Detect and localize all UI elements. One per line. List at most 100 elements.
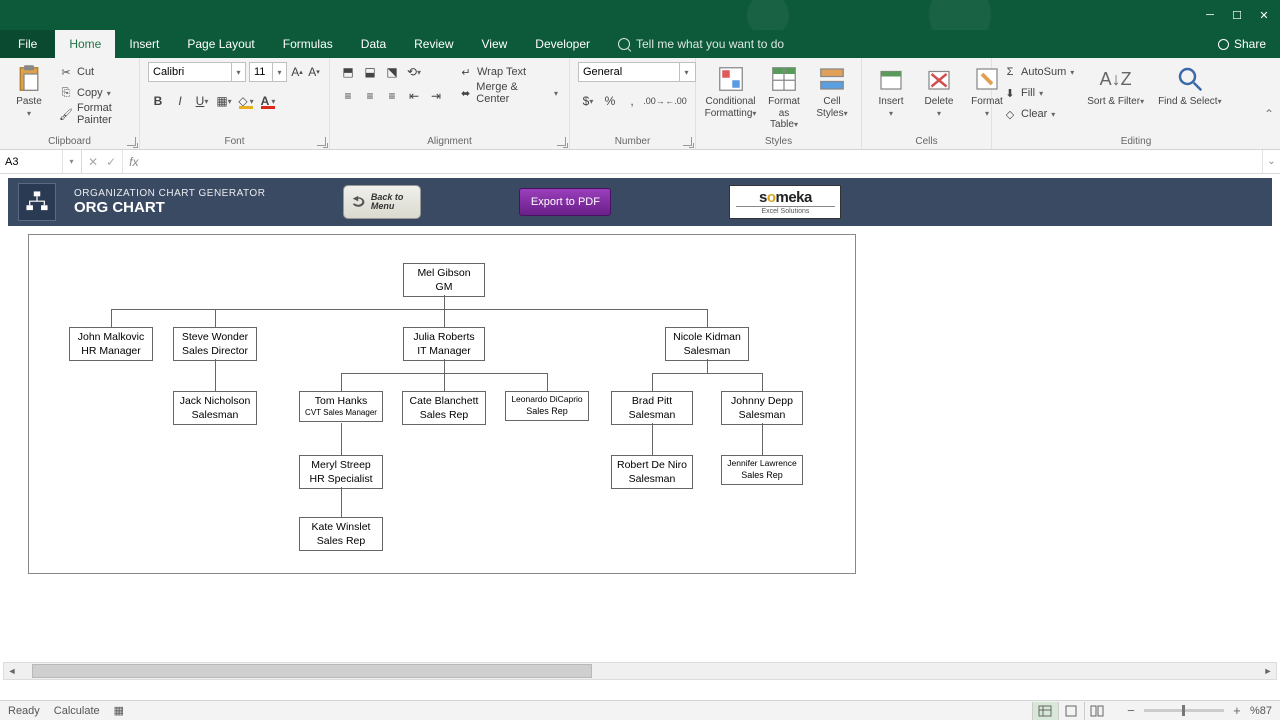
fill-button[interactable]: ⬇Fill ▾ (1000, 83, 1077, 103)
accounting-format-button[interactable]: $▾ (578, 91, 598, 111)
someka-logo[interactable]: sosomekameka Excel Solutions (729, 185, 841, 219)
scroll-right-button[interactable]: ► (1260, 663, 1276, 679)
chevron-down-icon[interactable]: ▾ (62, 150, 80, 173)
status-calculate[interactable]: Calculate (54, 705, 100, 717)
org-node[interactable]: Jennifer LawrenceSales Rep (721, 455, 803, 485)
tab-formulas[interactable]: Formulas (269, 30, 347, 58)
insert-cells-button[interactable]: Insert▾ (870, 62, 912, 121)
autosum-button[interactable]: ΣAutoSum ▾ (1000, 62, 1077, 82)
underline-button[interactable]: U▾ (192, 91, 212, 111)
tab-file[interactable]: File (0, 30, 55, 58)
font-dialog-launcher[interactable] (317, 137, 326, 146)
copy-button[interactable]: ⎘Copy ▾ (56, 83, 131, 103)
number-dialog-launcher[interactable] (683, 137, 692, 146)
align-top-button[interactable]: ⬒ (338, 62, 358, 82)
zoom-control[interactable]: − + %87 (1124, 703, 1272, 718)
paste-button[interactable]: Paste▾ (8, 62, 50, 121)
percent-format-button[interactable]: % (600, 91, 620, 111)
zoom-in-button[interactable]: + (1230, 703, 1244, 718)
conditional-formatting-button[interactable]: Conditional Formatting▾ (704, 62, 757, 121)
horizontal-scrollbar[interactable]: ◄ ► (3, 662, 1277, 680)
tab-view[interactable]: View (468, 30, 522, 58)
org-node[interactable]: Johnny DeppSalesman (721, 391, 803, 425)
decrease-decimal-button[interactable]: ←.00 (666, 91, 686, 111)
align-left-button[interactable]: ≡ (338, 86, 358, 106)
find-select-button[interactable]: Find & Select▾ (1154, 62, 1226, 110)
clear-button[interactable]: ◇Clear ▾ (1000, 104, 1077, 124)
view-page-break-button[interactable] (1084, 702, 1110, 720)
org-node[interactable]: Cate BlanchettSales Rep (402, 391, 486, 425)
font-size-select[interactable]: ▾ (249, 62, 287, 82)
clipboard-dialog-launcher[interactable] (127, 137, 136, 146)
expand-formula-bar-button[interactable]: ⌄ (1262, 150, 1280, 173)
cancel-formula-button[interactable]: ✕ (88, 155, 98, 169)
zoom-slider[interactable] (1144, 709, 1224, 712)
ribbon-collapse-button[interactable]: ⌃ (1264, 107, 1274, 121)
tab-insert[interactable]: Insert (115, 30, 173, 58)
font-color-button[interactable]: A▾ (258, 91, 278, 111)
window-close-button[interactable]: ✕ (1258, 9, 1270, 21)
share-button[interactable]: Share (1204, 30, 1280, 58)
wrap-text-button[interactable]: ↵Wrap Text (456, 62, 561, 82)
view-page-layout-button[interactable] (1058, 702, 1084, 720)
italic-button[interactable]: I (170, 91, 190, 111)
org-node[interactable]: Steve WonderSales Director (173, 327, 257, 361)
view-normal-button[interactable] (1032, 702, 1058, 720)
org-node[interactable]: Robert De NiroSalesman (611, 455, 693, 489)
org-node[interactable]: John MalkovicHR Manager (69, 327, 153, 361)
back-to-menu-button[interactable]: Back to Menu (343, 185, 421, 219)
cell-styles-button[interactable]: Cell Styles▾ (811, 62, 853, 121)
org-node[interactable]: Meryl StreepHR Specialist (299, 455, 383, 489)
delete-cells-button[interactable]: Delete▾ (918, 62, 960, 121)
align-center-button[interactable]: ≡ (360, 86, 380, 106)
fx-label[interactable]: fx (123, 150, 144, 173)
tab-home[interactable]: Home (55, 30, 115, 58)
macro-record-icon[interactable]: ▦ (114, 704, 124, 717)
cut-button[interactable]: ✂Cut (56, 62, 131, 82)
merge-center-button[interactable]: ⬌Merge & Center ▾ (456, 83, 561, 103)
org-node[interactable]: Tom HanksCVT Sales Manager (299, 391, 383, 422)
decrease-indent-button[interactable]: ⇤ (404, 86, 424, 106)
format-as-table-button[interactable]: Format as Table▾ (763, 62, 805, 133)
tab-review[interactable]: Review (400, 30, 467, 58)
alignment-dialog-launcher[interactable] (557, 137, 566, 146)
increase-indent-button[interactable]: ⇥ (426, 86, 446, 106)
export-pdf-button[interactable]: Export to PDF (519, 188, 611, 216)
align-bottom-button[interactable]: ⬔ (382, 62, 402, 82)
number-format-select[interactable]: ▾ (578, 62, 696, 82)
tab-page-layout[interactable]: Page Layout (173, 30, 268, 58)
align-middle-button[interactable]: ⬓ (360, 62, 380, 82)
scrollbar-thumb[interactable] (32, 664, 592, 678)
org-node[interactable]: Jack NicholsonSalesman (173, 391, 257, 425)
borders-button[interactable]: ▦▾ (214, 91, 234, 111)
tell-me-search[interactable]: Tell me what you want to do (604, 30, 798, 58)
org-node-root[interactable]: Mel Gibson GM (403, 263, 485, 297)
org-node[interactable]: Leonardo DiCaprioSales Rep (505, 391, 589, 421)
org-node[interactable]: Nicole KidmanSalesman (665, 327, 749, 361)
comma-format-button[interactable]: , (622, 91, 642, 111)
window-minimize-button[interactable]: ─ (1204, 9, 1216, 21)
scroll-left-button[interactable]: ◄ (4, 663, 20, 679)
tab-developer[interactable]: Developer (521, 30, 604, 58)
increase-font-button[interactable]: A▴ (290, 62, 304, 82)
org-node[interactable]: Julia RobertsIT Manager (403, 327, 485, 361)
tab-data[interactable]: Data (347, 30, 400, 58)
decrease-font-button[interactable]: A▾ (307, 62, 321, 82)
org-node[interactable]: Kate WinsletSales Rep (299, 517, 383, 551)
sort-filter-button[interactable]: A↓ZSort & Filter▾ (1083, 62, 1148, 110)
formula-input[interactable] (144, 150, 1262, 173)
enter-formula-button[interactable]: ✓ (106, 155, 116, 169)
worksheet-area[interactable]: ORGANIZATION CHART GENERATOR ORG CHART B… (0, 174, 1280, 660)
org-node[interactable]: Brad PittSalesman (611, 391, 693, 425)
orientation-button[interactable]: ⟲▾ (404, 62, 424, 82)
increase-decimal-button[interactable]: .00→ (644, 91, 664, 111)
fill-color-button[interactable]: ◇▾ (236, 91, 256, 111)
font-name-select[interactable]: ▾ (148, 62, 246, 82)
bold-button[interactable]: B (148, 91, 168, 111)
zoom-out-button[interactable]: − (1124, 703, 1138, 718)
name-box[interactable]: ▾ (0, 150, 82, 173)
format-painter-button[interactable]: 🖌Format Painter (56, 104, 131, 124)
zoom-level[interactable]: %87 (1250, 705, 1272, 717)
align-right-button[interactable]: ≡ (382, 86, 402, 106)
window-maximize-button[interactable]: ☐ (1231, 9, 1243, 21)
